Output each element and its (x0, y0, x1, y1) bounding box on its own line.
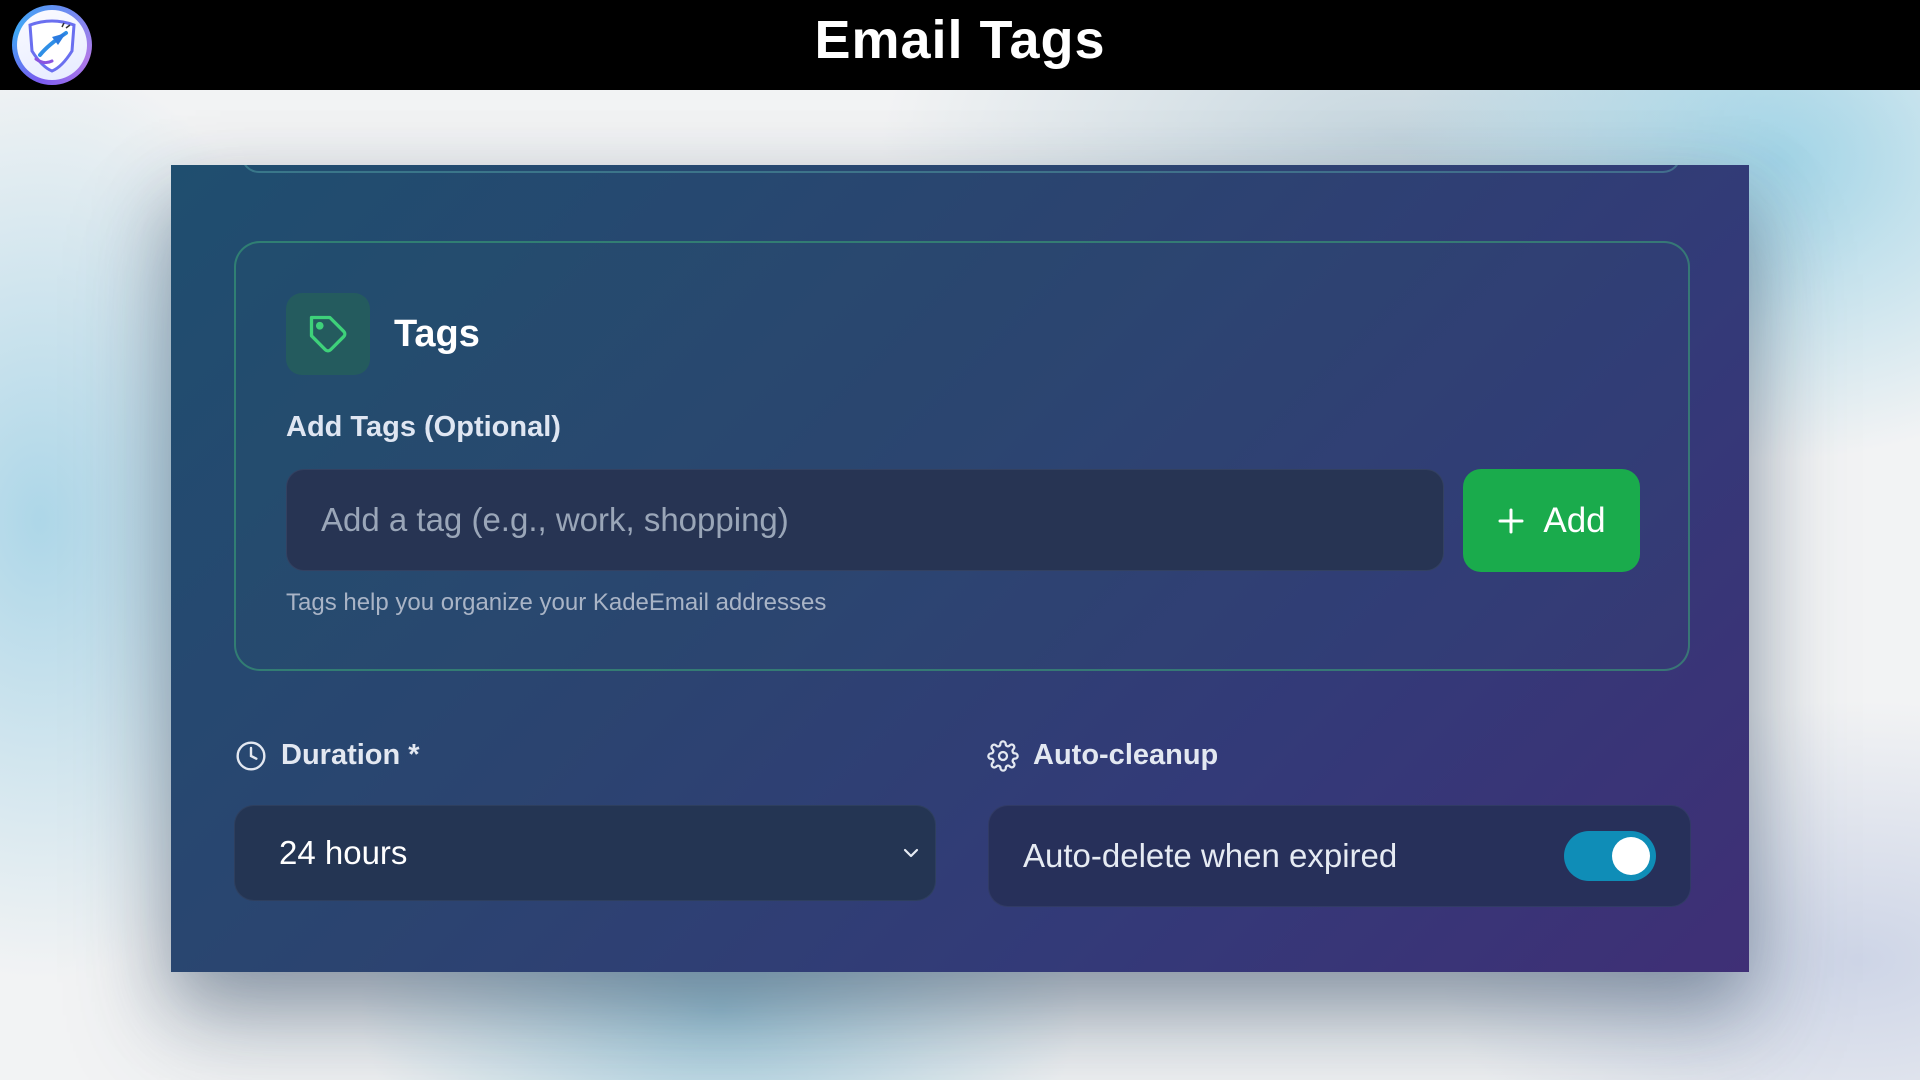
gear-icon (987, 739, 1019, 772)
tags-panel: Tags Add Tags (Optional) Add Tags help y… (234, 241, 1690, 671)
chevron-down-icon (903, 848, 919, 858)
tags-title: Tags (394, 313, 480, 355)
duration-selected-value: 24 hours (279, 834, 408, 871)
auto-delete-label: Auto-delete when expired (1023, 837, 1398, 874)
auto-delete-row: Auto-delete when expired (988, 805, 1691, 907)
page-title: Email Tags (814, 10, 1106, 70)
auto-cleanup-label-text: Auto-cleanup (1033, 739, 1219, 771)
top-bar: Email Tags (0, 0, 1920, 90)
clock-icon (236, 740, 266, 771)
settings-card: Tags Add Tags (Optional) Add Tags help y… (171, 165, 1749, 972)
previous-section-edge (241, 165, 1681, 173)
auto-cleanup-label: Auto-cleanup (987, 739, 1218, 772)
tag-input[interactable] (286, 469, 1444, 571)
duration-label: Duration * (235, 739, 420, 772)
toggle-knob (1612, 837, 1650, 875)
add-button-label: Add (1543, 500, 1606, 540)
duration-label-text: Duration * (281, 739, 420, 771)
add-tag-button[interactable]: Add (1463, 469, 1640, 572)
duration-select[interactable]: 24 hours (234, 805, 936, 901)
plus-icon (1498, 508, 1524, 533)
auto-delete-toggle[interactable] (1564, 831, 1656, 881)
tags-helper-text: Tags help you organize your KadeEmail ad… (286, 589, 827, 616)
add-tags-label: Add Tags (Optional) (286, 411, 561, 443)
tag-icon (286, 293, 370, 375)
